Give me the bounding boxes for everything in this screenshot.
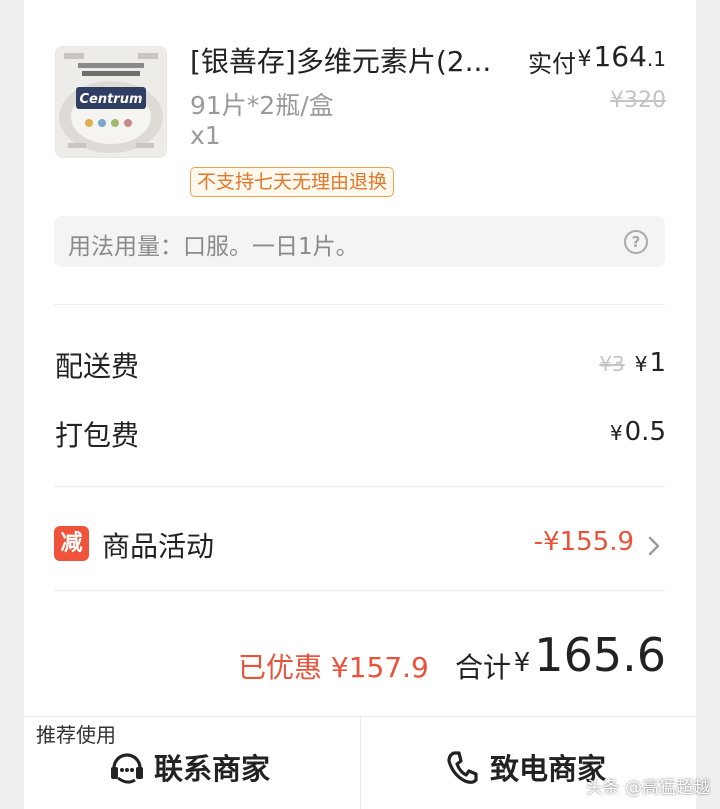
total-value: ¥165.6	[514, 628, 666, 682]
promotion-value: -¥155.9	[533, 527, 634, 557]
saved-amount: 已优惠 ¥157.9	[238, 651, 429, 684]
delivery-fee-original: ¥3	[599, 352, 625, 376]
total-label: 合计	[455, 651, 512, 684]
paid-price-fraction: .1	[646, 47, 666, 71]
original-price: ¥320	[610, 88, 666, 113]
usage-text: 用法用量：口服。一日1片。	[68, 234, 359, 260]
total-amount: 165.6	[534, 628, 666, 682]
phone-icon	[447, 751, 478, 784]
paid-price-currency: ¥	[577, 47, 592, 72]
packing-fee-currency: ¥	[609, 421, 623, 445]
recommend-tooltip: 推荐使用	[24, 719, 128, 751]
centrum-package-image: Centrum	[56, 47, 166, 157]
delivery-fee-label: 配送费	[55, 350, 140, 383]
product-spec: 91片*2瓶/盒	[190, 91, 334, 120]
total-currency: ¥	[513, 648, 531, 678]
delivery-fee-value: ¥3 ¥1	[599, 348, 666, 378]
divider	[360, 717, 361, 809]
chat-headset-icon	[111, 753, 143, 784]
product-title[interactable]: [银善存]多维元素片(2...	[190, 40, 491, 80]
question-circle-icon[interactable]: ?	[624, 230, 648, 254]
delivery-fee-amount: 1	[649, 348, 666, 378]
brand-logo-text: Centrum	[79, 92, 142, 107]
order-detail-card: Centrum [银善存]多维元素片(2... 实付 ¥164.1 ¥320 9…	[24, 0, 696, 808]
watermark: 头条 @高猛超越	[585, 778, 710, 798]
paid-price-integer: 164	[593, 40, 647, 73]
packing-fee-amount: 0.5	[624, 417, 666, 447]
product-quantity: x1	[190, 121, 221, 150]
divider	[54, 590, 665, 591]
no-return-tag: 不支持七天无理由退换	[190, 167, 395, 197]
product-image[interactable]: Centrum	[55, 46, 167, 158]
promotion-label: 商品活动	[102, 530, 215, 563]
contact-merchant-button[interactable]: 联系商家	[108, 737, 270, 797]
call-merchant-button[interactable]: 致电商家	[442, 737, 606, 797]
packing-fee-label: 打包费	[55, 419, 140, 452]
usage-info-box: 用法用量：口服。一日1片。 ?	[54, 216, 665, 267]
delivery-fee-currency: ¥	[634, 352, 648, 376]
contact-merchant-label: 联系商家	[154, 752, 271, 786]
discount-badge: 减	[54, 526, 89, 561]
packing-fee-value: ¥0.5	[610, 417, 666, 447]
divider	[54, 304, 665, 305]
paid-price: ¥164.1	[577, 40, 666, 73]
paid-label: 实付	[528, 50, 576, 78]
divider	[54, 486, 665, 487]
chevron-right-icon	[648, 536, 660, 556]
